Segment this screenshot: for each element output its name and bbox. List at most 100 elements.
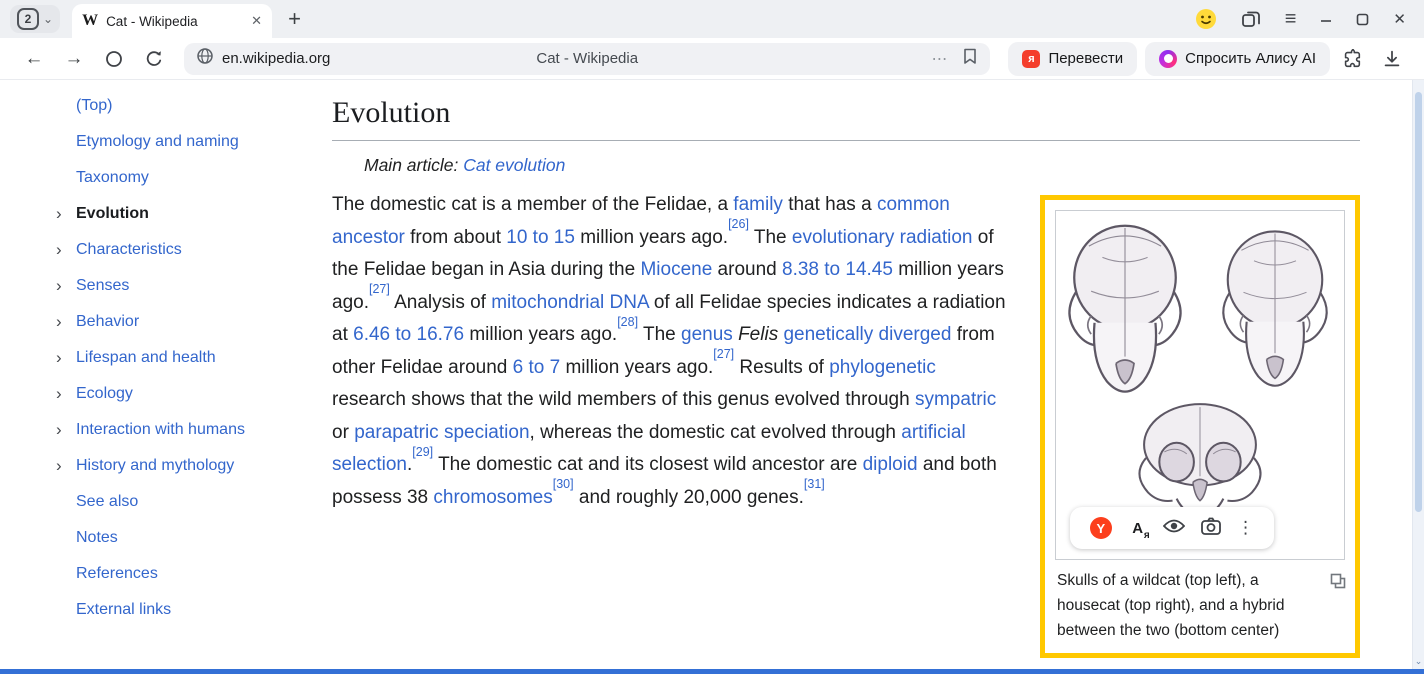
sidebar-item-lifespan-and-health[interactable]: ›Lifespan and health (56, 340, 332, 376)
scrollbar-thumb[interactable] (1415, 92, 1422, 512)
sidebar-item-label: Characteristics (76, 241, 182, 259)
paragraph-text: or (332, 422, 354, 443)
tab-bar: 2 ⌄ W Cat - Wikipedia ✕ + ≡ ✕ (0, 0, 1424, 38)
chevron-right-icon[interactable]: › (56, 312, 76, 332)
translate-button[interactable]: я Перевести (1008, 42, 1137, 76)
reference-link[interactable]: [31] (804, 477, 825, 491)
address-overflow-icon[interactable]: ⋯ (931, 49, 948, 69)
article-link[interactable]: Miocene (640, 259, 712, 280)
article-link[interactable]: 6.46 to 16.76 (353, 324, 464, 345)
article-link[interactable]: 10 to 15 (506, 227, 575, 248)
sidebar-item-senses[interactable]: ›Senses (56, 268, 332, 304)
sync-icon[interactable] (94, 42, 134, 76)
sidebar-item-evolution[interactable]: ›Evolution (56, 196, 332, 232)
eye-icon[interactable] (1163, 518, 1185, 539)
article-link[interactable]: genus (681, 324, 733, 345)
table-of-contents: ›(Top)›Etymology and naming›Taxonomy›Evo… (0, 80, 332, 674)
reload-button[interactable] (134, 42, 174, 76)
sidebar-item-behavior[interactable]: ›Behavior (56, 304, 332, 340)
hatnote-link[interactable]: Cat evolution (463, 155, 565, 175)
chevron-right-icon[interactable]: › (56, 276, 76, 296)
reference-link[interactable]: [28] (617, 315, 638, 329)
ask-alice-button[interactable]: Спросить Алису AI (1145, 42, 1330, 76)
profile-avatar[interactable] (1195, 8, 1217, 30)
chevron-right-icon[interactable]: › (56, 348, 76, 368)
paragraph-text: and roughly 20,000 genes. (574, 487, 804, 508)
forward-button[interactable]: → (54, 42, 94, 76)
close-window-button[interactable]: ✕ (1393, 10, 1406, 28)
scroll-down-icon[interactable]: ⌄ (1413, 656, 1424, 667)
sidebar-item-references[interactable]: ›References (56, 556, 332, 592)
vertical-scrollbar[interactable]: ⌄ (1412, 80, 1424, 669)
chevron-right-icon[interactable]: › (56, 204, 76, 224)
article-link[interactable]: mitochondrial DNA (491, 292, 648, 313)
figure-image[interactable]: Y Ая ⋮ (1055, 210, 1345, 560)
yandex-search-icon[interactable]: Y (1090, 517, 1112, 539)
bookmark-icon[interactable] (962, 47, 978, 70)
image-hover-toolbar: Y Ая ⋮ (1070, 507, 1274, 549)
chevron-right-icon[interactable]: › (56, 384, 76, 404)
chevron-right-icon[interactable]: › (56, 420, 76, 440)
sidebar-item-ecology[interactable]: ›Ecology (56, 376, 332, 412)
new-tab-button[interactable]: + (288, 8, 301, 30)
sidebar-item-label: See also (76, 493, 138, 511)
tab-groups-icon[interactable] (1241, 9, 1261, 29)
back-button[interactable]: ← (14, 42, 54, 76)
article-link[interactable]: phylogenetic (829, 357, 936, 378)
sidebar-item-characteristics[interactable]: ›Characteristics (56, 232, 332, 268)
article-link[interactable]: diploid (863, 454, 918, 475)
article-link[interactable]: 6 to 7 (513, 357, 561, 378)
paragraph-text: million years ago. (575, 227, 728, 248)
paragraph-text: million years ago. (560, 357, 713, 378)
sidebar-item-label: Evolution (76, 205, 149, 223)
article-link[interactable]: sympatric (915, 389, 996, 410)
image-translate-icon[interactable]: Ая (1128, 520, 1148, 537)
article-link[interactable]: chromosomes (433, 487, 552, 508)
extensions-icon[interactable] (1334, 42, 1370, 76)
site-security-icon[interactable] (196, 47, 214, 70)
article-link[interactable]: family (733, 194, 783, 215)
toc-list: ›(Top)›Etymology and naming›Taxonomy›Evo… (56, 88, 332, 628)
reference-link[interactable]: [26] (728, 217, 749, 231)
paragraph-text: Results of (734, 357, 829, 378)
hatnote: Main article: Cat evolution (364, 155, 1360, 176)
maximize-window-button[interactable] (1356, 13, 1369, 26)
tabbar-right-controls: ≡ ✕ (1195, 8, 1414, 31)
sidebar-item-etymology-and-naming[interactable]: ›Etymology and naming (56, 124, 332, 160)
article-link[interactable]: 8.38 to 14.45 (782, 259, 893, 280)
sidebar-item-taxonomy[interactable]: ›Taxonomy (56, 160, 332, 196)
page-content: ›(Top)›Etymology and naming›Taxonomy›Evo… (0, 80, 1424, 674)
menu-icon[interactable]: ≡ (1285, 8, 1297, 31)
close-tab-icon[interactable]: ✕ (251, 13, 262, 29)
article-link[interactable]: genetically diverged (783, 324, 951, 345)
chevron-right-icon[interactable]: › (56, 240, 76, 260)
translate-button-label: Перевести (1048, 50, 1123, 67)
address-bar[interactable]: en.wikipedia.org Cat - Wikipedia ⋯ (184, 43, 990, 75)
sidebar-item-external-links[interactable]: ›External links (56, 592, 332, 628)
minimize-window-button[interactable] (1320, 13, 1332, 25)
bottom-accent-bar (0, 669, 1424, 674)
sidebar-item-history-and-mythology[interactable]: ›History and mythology (56, 448, 332, 484)
paragraph-text: The domestic cat and its closest wild an… (433, 454, 862, 475)
enlarge-icon[interactable] (1330, 572, 1346, 597)
paragraph-text: , whereas the domestic cat evolved throu… (530, 422, 902, 443)
more-options-icon[interactable]: ⋮ (1237, 518, 1254, 538)
article-link[interactable]: parapatric speciation (354, 422, 529, 443)
tab-counter-button[interactable]: 2 ⌄ (10, 5, 60, 33)
sidebar-item-interaction-with-humans[interactable]: ›Interaction with humans (56, 412, 332, 448)
sidebar-item-label: History and mythology (76, 457, 234, 475)
reference-link[interactable]: [27] (713, 347, 734, 361)
chevron-right-icon[interactable]: › (56, 456, 76, 476)
reference-link[interactable]: [27] (369, 282, 390, 296)
reference-link[interactable]: [29] (412, 445, 433, 459)
sidebar-item-notes[interactable]: ›Notes (56, 520, 332, 556)
article-main: Evolution Main article: Cat evolution (332, 80, 1424, 674)
reference-link[interactable]: [30] (553, 477, 574, 491)
tab-cat-wikipedia[interactable]: W Cat - Wikipedia ✕ (72, 4, 272, 38)
downloads-icon[interactable] (1374, 42, 1410, 76)
sidebar-item-label: Senses (76, 277, 129, 295)
image-search-icon[interactable] (1201, 517, 1221, 540)
article-link[interactable]: evolutionary radiation (792, 227, 973, 248)
sidebar-item-top[interactable]: ›(Top) (56, 88, 332, 124)
sidebar-item-see-also[interactable]: ›See also (56, 484, 332, 520)
